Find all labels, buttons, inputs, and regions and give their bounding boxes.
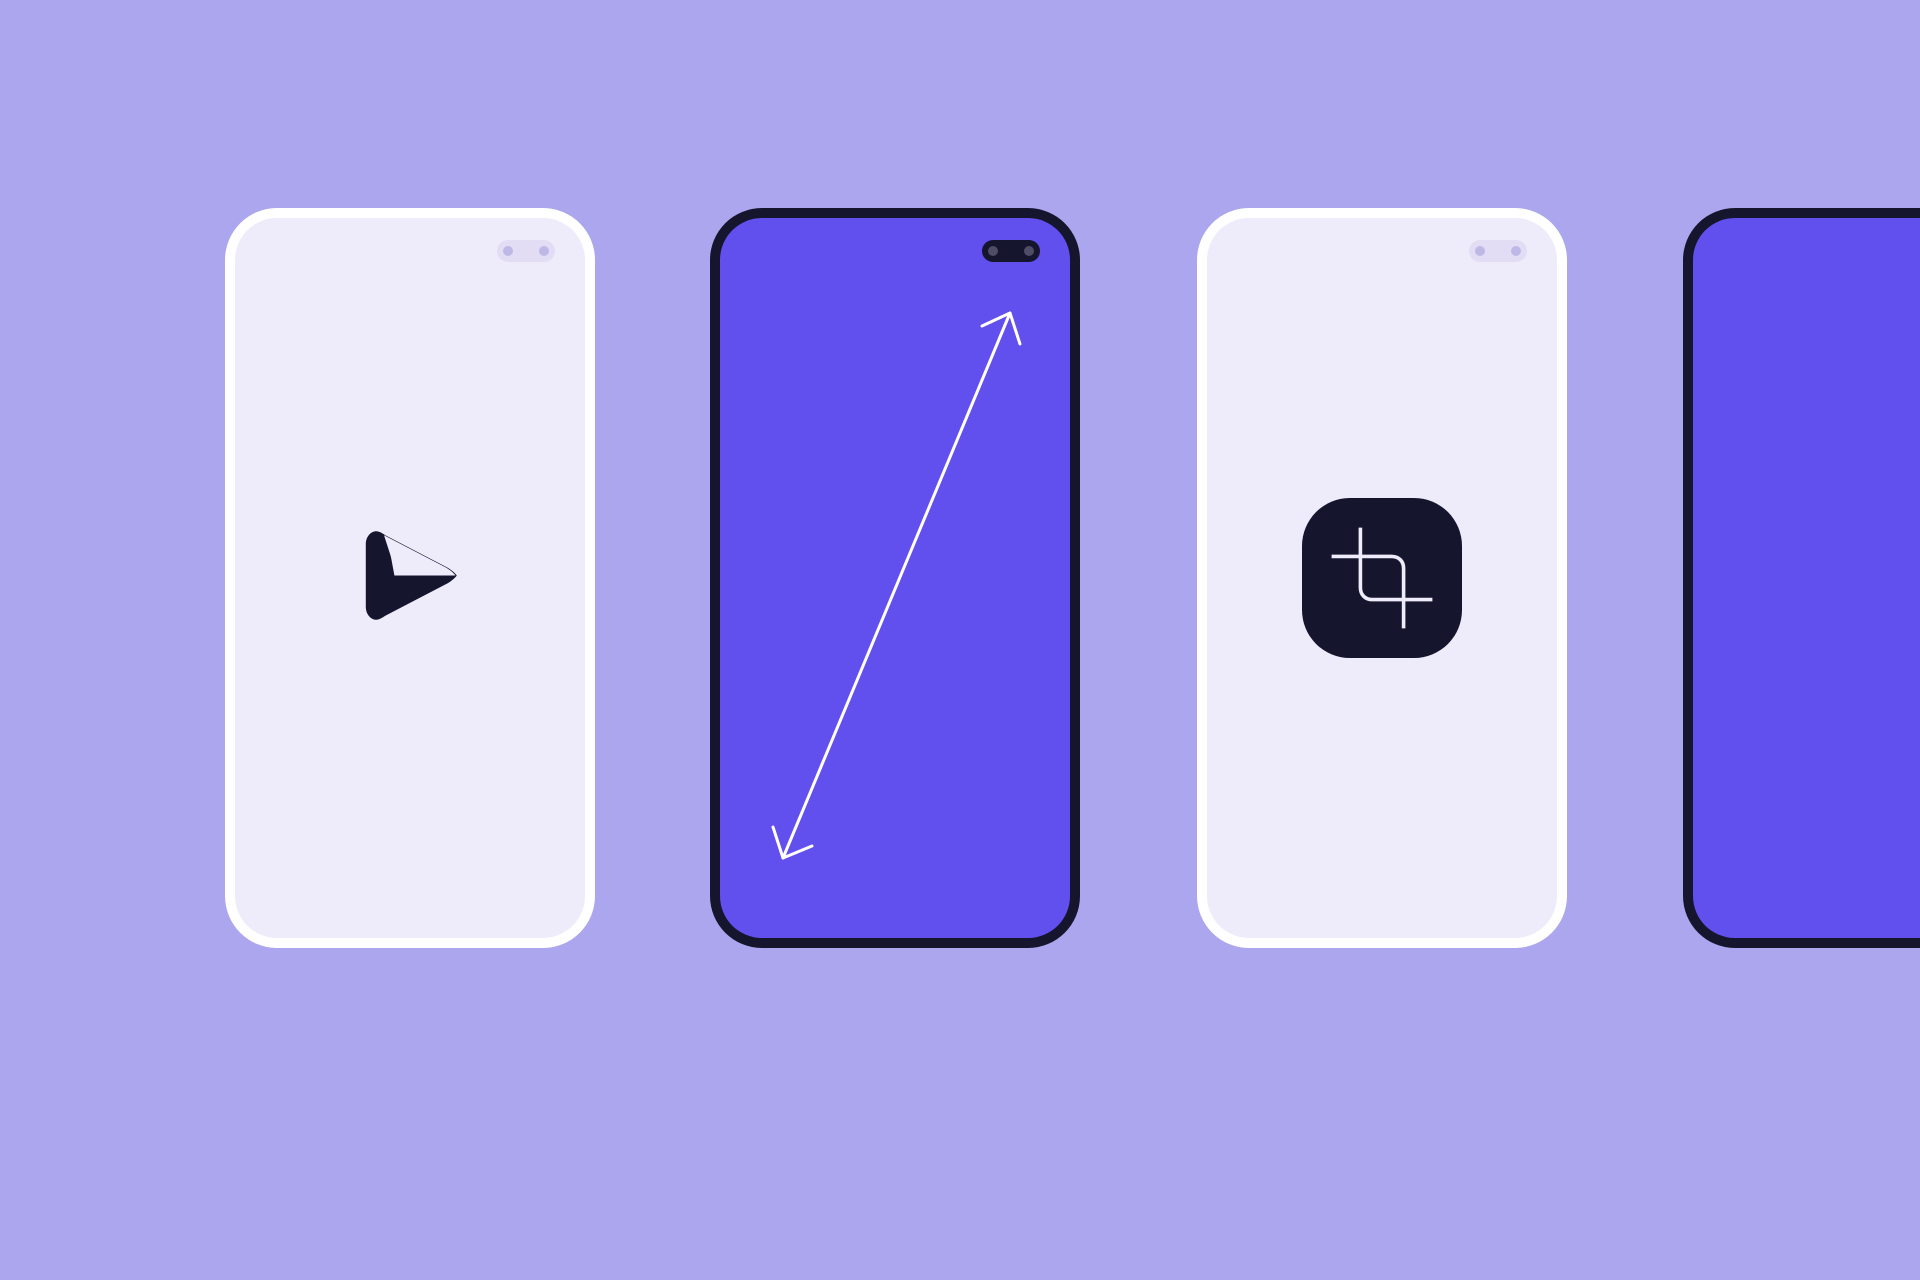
crop-icon	[1322, 518, 1442, 638]
illustration-canvas	[0, 0, 1920, 1280]
crop-badge	[1302, 498, 1462, 658]
play-icon	[345, 511, 475, 646]
phone-screen-3	[1207, 218, 1557, 938]
camera-dot	[1511, 246, 1521, 256]
diagonal-arrow-icon	[720, 218, 1070, 938]
phone-mock-2	[710, 208, 1080, 948]
phone-screen-4	[1693, 218, 1920, 938]
phone-mock-3	[1197, 208, 1567, 948]
camera-dot	[1475, 246, 1485, 256]
phone-screen-2	[720, 218, 1070, 938]
camera-dot	[539, 246, 549, 256]
camera-dot	[503, 246, 513, 256]
phone-screen-1	[235, 218, 585, 938]
phone-mock-1	[225, 208, 595, 948]
camera-cutout	[1469, 240, 1527, 262]
phone-mock-4	[1683, 208, 1920, 948]
camera-cutout	[497, 240, 555, 262]
